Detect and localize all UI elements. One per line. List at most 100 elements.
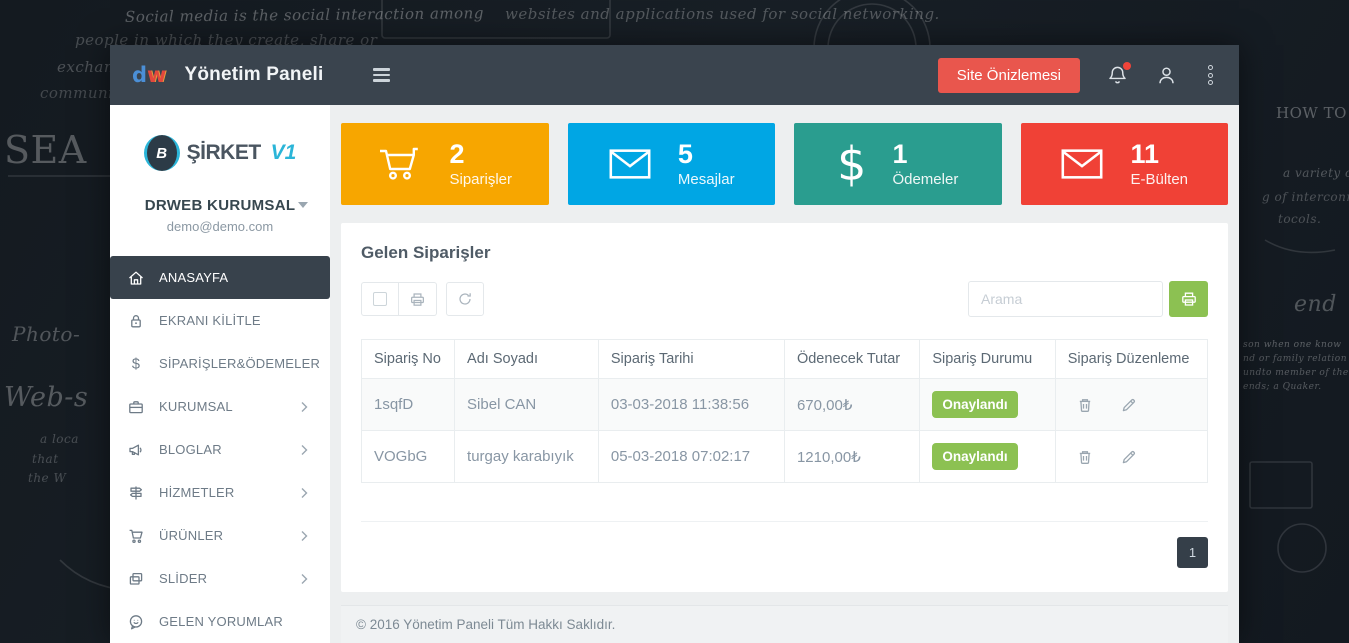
table-row: 1sqfD Sibel CAN 03-03-2018 11:38:56 670,… <box>362 379 1208 431</box>
status-badge: Onaylandı <box>932 443 1017 470</box>
megaphone-icon <box>127 441 145 459</box>
navbar-actions: Site Önizlemesi <box>938 58 1217 93</box>
comments-icon <box>127 613 145 631</box>
cell-name: Sibel CAN <box>455 379 599 431</box>
stat-label: E-Bülten <box>1130 171 1188 188</box>
company-logo: B ŞİRKET V1 <box>110 105 330 171</box>
cell-date: 05-03-2018 07:02:17 <box>598 431 784 483</box>
sidebar-menu: ANASAYFA EKRANI KİLİTLE $ SİPARİŞLER&ÖDE… <box>110 256 330 643</box>
table-toolbar <box>361 281 1208 317</box>
select-all-button[interactable] <box>361 282 399 316</box>
envelope-icon <box>608 148 652 180</box>
page-1-button[interactable]: 1 <box>1177 537 1208 568</box>
chevron-right-icon <box>295 444 313 456</box>
cart-icon <box>377 145 423 183</box>
account-name: DRWEB KURUMSAL <box>128 197 312 214</box>
cell-amount: 670,00₺ <box>784 379 919 431</box>
sidebar-item-siparisler-odemeler[interactable]: $ SİPARİŞLER&ÖDEMELER <box>110 342 330 385</box>
blackboard-background: Social media is the social interaction a… <box>0 0 1349 643</box>
dollar-icon: $ <box>837 141 866 187</box>
printer-icon <box>409 291 426 308</box>
delete-button[interactable] <box>1076 448 1094 466</box>
sidebar-item-anasayfa[interactable]: ANASAYFA <box>110 256 330 299</box>
column-header: Adı Soyadı <box>455 340 599 379</box>
chevron-right-icon <box>295 573 313 585</box>
cell-amount: 1210,00₺ <box>784 431 919 483</box>
logo-letter-w: w <box>147 63 166 87</box>
sidebar-item-ekrani-kilitle[interactable]: EKRANI KİLİTLE <box>110 299 330 342</box>
orders-table: Sipariş No Adı Soyadı Sipariş Tarihi Öde… <box>361 339 1208 483</box>
sidebar: B ŞİRKET V1 DRWEB KURUMSAL demo@demo.com… <box>110 105 330 643</box>
edit-button[interactable] <box>1120 448 1138 466</box>
cell-order-no: 1sqfD <box>362 379 455 431</box>
notification-dot <box>1123 62 1131 70</box>
envelope-icon <box>1060 148 1104 180</box>
search-print-button[interactable] <box>1169 281 1208 317</box>
sidebar-item-slider[interactable]: SLİDER <box>110 557 330 600</box>
site-preview-button[interactable]: Site Önizlemesi <box>938 58 1080 93</box>
logo-letter-d: d <box>132 63 147 87</box>
user-profile-icon[interactable] <box>1155 64 1178 87</box>
delete-button[interactable] <box>1076 396 1094 414</box>
stat-card-odemeler[interactable]: $ 1 Ödemeler <box>794 123 1002 205</box>
cell-date: 03-03-2018 11:38:56 <box>598 379 784 431</box>
sidebar-item-gelen-yorumlar[interactable]: GELEN YORUMLAR <box>110 600 330 643</box>
sidebar-item-label: ANASAYFA <box>159 270 228 285</box>
trash-icon <box>1076 396 1094 414</box>
notifications-bell-icon[interactable] <box>1106 64 1129 87</box>
column-header: Ödenecek Tutar <box>784 340 919 379</box>
stat-label: Ödemeler <box>892 171 958 188</box>
lock-icon <box>127 312 145 330</box>
copyright-text: © 2016 Yönetim Paneli Tüm Hakkı Saklıdır… <box>356 617 615 632</box>
sidebar-item-kurumsal[interactable]: KURUMSAL <box>110 385 330 428</box>
trash-icon <box>1076 448 1094 466</box>
sidebar-item-label: GELEN YORUMLAR <box>159 614 283 629</box>
home-icon <box>127 269 145 287</box>
account-email: demo@demo.com <box>128 219 312 234</box>
stat-card-siparisler[interactable]: 2 Siparişler <box>341 123 549 205</box>
account-caret-down-icon[interactable] <box>298 202 308 208</box>
sidebar-toggle-icon[interactable] <box>373 68 390 82</box>
pencil-icon <box>1120 396 1138 414</box>
stat-cards: 2 Siparişler 5 Mesajlar <box>341 123 1228 205</box>
cell-order-no: VOGbG <box>362 431 455 483</box>
cart-icon <box>127 527 145 545</box>
print-button[interactable] <box>399 282 437 316</box>
chevron-right-icon <box>295 530 313 542</box>
stat-value: 5 <box>678 140 735 170</box>
cell-name: turgay karabıyık <box>455 431 599 483</box>
sidebar-item-label: BLOGLAR <box>159 442 222 457</box>
overflow-menu-icon[interactable] <box>1204 65 1217 85</box>
sidebar-item-label: ÜRÜNLER <box>159 528 223 543</box>
edit-button[interactable] <box>1120 396 1138 414</box>
sidebar-item-hizmetler[interactable]: HİZMETLER <box>110 471 330 514</box>
account-block: DRWEB KURUMSAL demo@demo.com <box>110 197 330 234</box>
column-header: Sipariş No <box>362 340 455 379</box>
signpost-icon <box>127 484 145 502</box>
main-content: 2 Siparişler 5 Mesajlar <box>330 105 1239 643</box>
sidebar-item-bloglar[interactable]: BLOGLAR <box>110 428 330 471</box>
sidebar-item-urunler[interactable]: ÜRÜNLER <box>110 514 330 557</box>
briefcase-icon <box>127 398 145 416</box>
table-row: VOGbG turgay karabıyık 05-03-2018 07:02:… <box>362 431 1208 483</box>
stat-card-mesajlar[interactable]: 5 Mesajlar <box>568 123 776 205</box>
chevron-right-icon <box>295 487 313 499</box>
stat-card-ebulten[interactable]: 11 E-Bülten <box>1021 123 1229 205</box>
svg-text:$: $ <box>132 356 140 372</box>
company-logo-version: V1 <box>271 141 297 165</box>
app-logo[interactable]: dw <box>132 63 166 87</box>
stat-value: 2 <box>449 140 512 170</box>
company-logo-mark: B <box>144 135 180 171</box>
footer: © 2016 Yönetim Paneli Tüm Hakkı Saklıdır… <box>341 605 1228 643</box>
refresh-button[interactable] <box>446 282 484 316</box>
pencil-icon <box>1120 448 1138 466</box>
column-header: Sipariş Tarihi <box>598 340 784 379</box>
orders-panel: Gelen Siparişler <box>341 223 1228 592</box>
stat-value: 1 <box>892 140 958 170</box>
panel-divider <box>361 521 1208 522</box>
search-input[interactable] <box>968 281 1163 317</box>
company-logo-text: ŞİRKET <box>187 141 261 165</box>
select-all-checkbox[interactable] <box>373 292 387 306</box>
sidebar-item-label: EKRANI KİLİTLE <box>159 313 261 328</box>
column-header: Sipariş Durumu <box>920 340 1055 379</box>
